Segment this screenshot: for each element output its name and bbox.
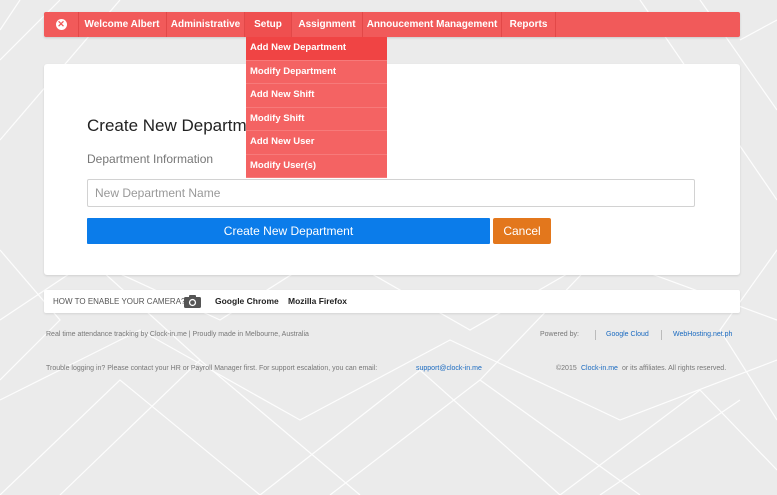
close-circle-icon: ✕: [55, 19, 67, 30]
powered-by-label: Powered by:: [540, 331, 579, 338]
nav-label: Assignment: [298, 19, 356, 30]
footer-help-text: Trouble logging in? Please contact your …: [46, 365, 378, 372]
home-button[interactable]: ✕: [44, 12, 79, 37]
nav-assignment[interactable]: Assignment: [292, 12, 363, 37]
footer-tagline: Real time attendance tracking by Clock-i…: [46, 331, 309, 338]
nav-announcement-management[interactable]: Annoucement Management: [363, 12, 502, 37]
nav-welcome[interactable]: Welcome Albert: [78, 12, 167, 37]
nav-reports[interactable]: Reports: [502, 12, 556, 37]
menu-item-add-department[interactable]: Add New Department: [246, 37, 387, 61]
menu-item-modify-shift[interactable]: Modify Shift: [246, 108, 387, 131]
camera-help-text: HOW TO ENABLE YOUR CAMERA?: [53, 297, 186, 306]
menu-item-add-user[interactable]: Add New User: [246, 131, 387, 155]
support-email-link[interactable]: support@clock-in.me: [416, 365, 482, 372]
cancel-button[interactable]: Cancel: [493, 218, 551, 244]
menu-item-modify-department[interactable]: Modify Department: [246, 61, 387, 84]
menu-item-modify-users[interactable]: Modify User(s): [246, 155, 387, 178]
nav-setup[interactable]: Setup: [245, 12, 292, 37]
nav-label: Administrative: [170, 19, 241, 30]
nav-administrative[interactable]: Administrative: [167, 12, 245, 37]
camera-help-bar: HOW TO ENABLE YOUR CAMERA? Google Chrome…: [44, 290, 740, 313]
copyright-text: or its affiliates. All rights reserved.: [622, 365, 727, 372]
create-department-card: Create New Department Department Informa…: [44, 64, 740, 275]
nav-label: Welcome Albert: [84, 19, 160, 30]
create-department-button[interactable]: Create New Department: [87, 218, 490, 244]
setup-dropdown-menu: Add New Department Modify Department Add…: [246, 37, 387, 178]
page-title: Create New Department: [87, 116, 271, 135]
webhosting-link[interactable]: WebHosting.net.ph: [673, 331, 732, 338]
footer-divider: [661, 330, 662, 340]
firefox-link[interactable]: Mozilla Firefox: [288, 290, 347, 313]
nav-label: Setup: [254, 19, 282, 30]
nav-label: Annoucement Management: [366, 19, 498, 30]
copyright-year: ©2015: [556, 365, 577, 372]
nav-label: Reports: [509, 19, 548, 30]
google-cloud-link[interactable]: Google Cloud: [606, 331, 649, 338]
department-name-input[interactable]: [87, 179, 695, 207]
chrome-link[interactable]: Google Chrome: [215, 290, 279, 313]
main-nav: ✕ Welcome Albert Administrative Setup As…: [44, 12, 740, 37]
camera-icon: [184, 295, 201, 308]
clockin-link[interactable]: Clock-in.me: [581, 365, 618, 372]
footer-divider: [595, 330, 596, 340]
menu-item-add-shift[interactable]: Add New Shift: [246, 84, 387, 108]
section-subtitle: Department Information: [87, 152, 214, 166]
